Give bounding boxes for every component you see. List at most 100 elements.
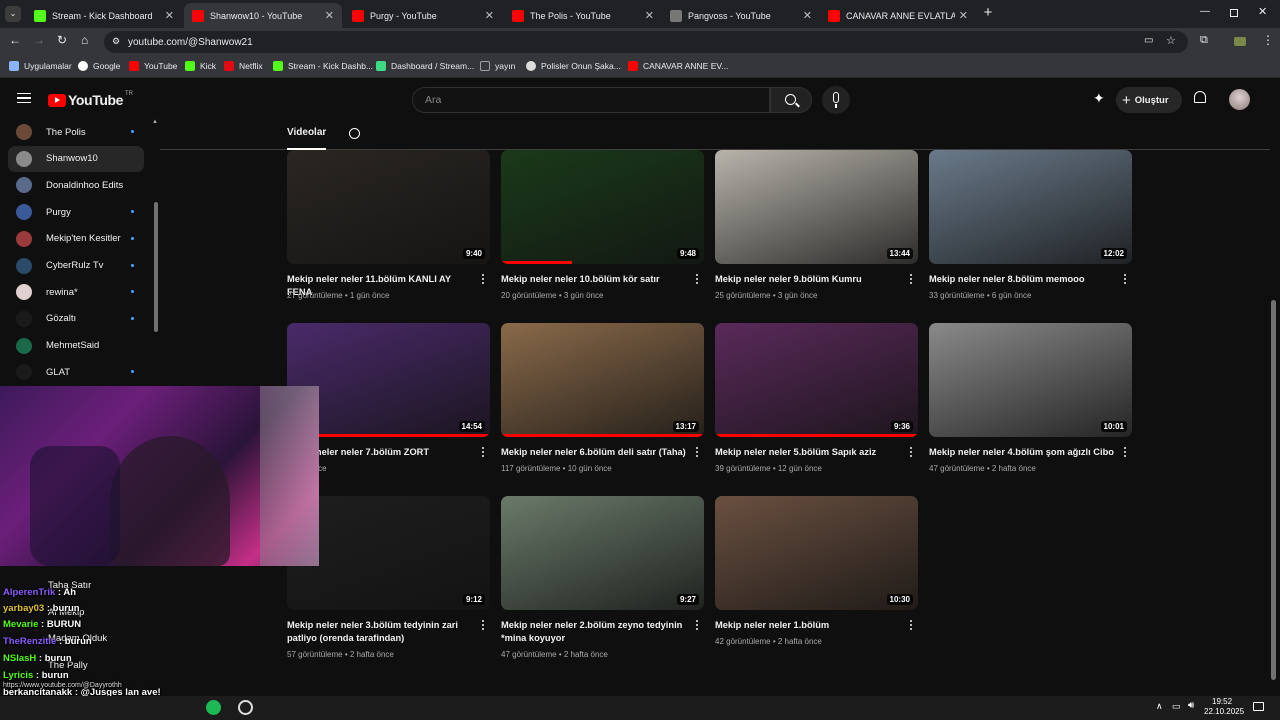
clock-time[interactable]: 19:52 xyxy=(1212,697,1232,706)
close-tab-icon[interactable]: ✕ xyxy=(165,9,174,22)
video-card[interactable]: 10:30 Mekip neler neler 1.bölüm 42 görüntü… xyxy=(715,496,919,646)
spotify-icon[interactable] xyxy=(206,700,221,715)
video-title[interactable]: Mekip neler neler 4.bölüm şom ağızlı Cib… xyxy=(929,446,1114,459)
more-actions-icon[interactable] xyxy=(481,447,485,459)
extensions-icon[interactable]: ⧉ xyxy=(1200,34,1208,47)
video-card[interactable]: 13:44 Mekip neler neler 9.bölüm Kumru 25 g… xyxy=(715,150,919,300)
channel-search-icon[interactable] xyxy=(349,128,360,139)
bookmark-canavar[interactable]: CANAVAR ANNE EV... xyxy=(628,61,728,71)
browser-tab[interactable]: Stream - Kick Dashboard ✕ xyxy=(26,3,182,28)
sidebar-channel-item[interactable]: Shanwow10 xyxy=(8,145,144,172)
bookmark-folder[interactable]: yayın xyxy=(480,61,515,71)
clock-date[interactable]: 22.10.2025 xyxy=(1204,707,1244,716)
sidebar-channel-item[interactable]: GLAT xyxy=(8,359,144,385)
video-title[interactable]: Mekip neler neler 5.bölüm Sapık aziz xyxy=(715,446,900,459)
bookmark-dashboard[interactable]: Dashboard / Stream... xyxy=(376,61,474,71)
video-thumbnail[interactable]: 10:01 xyxy=(929,323,1132,437)
video-title[interactable]: Mekip neler neler 6.bölüm deli satır (Ta… xyxy=(501,446,686,459)
close-window-icon[interactable]: ✕ xyxy=(1258,5,1267,18)
bookmark-apps[interactable]: Uygulamalar xyxy=(9,61,72,71)
hamburger-menu-icon[interactable] xyxy=(17,93,31,103)
sidebar-channel-item[interactable]: The Polis xyxy=(8,119,144,145)
sidebar-channel-item[interactable]: Gözaltı xyxy=(8,306,144,332)
menu-icon[interactable]: ⋮ xyxy=(1262,33,1274,47)
sidebar-channel-item[interactable]: Purgy xyxy=(8,199,144,225)
reload-icon[interactable]: ↻ xyxy=(57,33,67,47)
video-card[interactable]: 13:17 Mekip neler neler 6.bölüm deli satı… xyxy=(501,323,705,473)
video-thumbnail[interactable]: 9:27 xyxy=(501,496,704,610)
more-actions-icon[interactable] xyxy=(909,447,913,459)
scroll-up-arrow-icon[interactable]: ▲ xyxy=(152,119,158,125)
site-info-icon[interactable]: ⚙ xyxy=(112,36,120,47)
sidebar-scrollbar[interactable] xyxy=(154,202,158,332)
search-input[interactable]: Ara xyxy=(412,87,770,113)
bookmark-kick[interactable]: Kick xyxy=(185,61,216,71)
video-card[interactable]: 9:36 Mekip neler neler 5.bölüm Sapık aziz… xyxy=(715,323,919,473)
profile-icon[interactable] xyxy=(1234,37,1246,46)
browser-tab[interactable]: CANAVAR ANNE EVLATLARINI ✕ xyxy=(820,3,976,28)
home-icon[interactable]: ⌂ xyxy=(81,33,88,47)
more-actions-icon[interactable] xyxy=(1123,274,1127,286)
browser-tab[interactable]: Pangvoss - YouTube ✕ xyxy=(662,3,820,28)
close-tab-icon[interactable]: ✕ xyxy=(803,9,812,22)
bookmark-polisler[interactable]: Polisler Onun Şaka... xyxy=(526,61,621,71)
more-actions-icon[interactable] xyxy=(481,274,485,286)
forward-icon[interactable]: → xyxy=(33,33,45,47)
video-title[interactable]: Mekip neler neler 3.bölüm tedyinin zari … xyxy=(287,619,472,645)
video-card[interactable]: 9:48 Mekip neler neler 10.bölüm kör satır… xyxy=(501,150,705,300)
tab-videos[interactable]: Videolar xyxy=(287,127,327,150)
bookmark-star-icon[interactable]: ☆ xyxy=(1166,34,1176,47)
video-thumbnail[interactable]: 12:02 xyxy=(929,150,1132,264)
more-actions-icon[interactable] xyxy=(909,620,913,632)
video-title[interactable]: Mekip neler neler 1.bölüm xyxy=(715,619,900,632)
volume-icon[interactable]: 🔊︎ xyxy=(1188,700,1194,711)
video-thumbnail[interactable]: 13:44 xyxy=(715,150,918,264)
create-button[interactable]: + Oluştur xyxy=(1116,87,1182,113)
video-card[interactable]: 12:02 Mekip neler neler 8.bölüm memooo 33 … xyxy=(929,150,1133,300)
close-tab-icon[interactable]: ✕ xyxy=(485,9,494,22)
bookmark-kick-dashboard[interactable]: Stream - Kick Dashb... xyxy=(273,61,373,71)
video-card[interactable]: 10:01 Mekip neler neler 4.bölüm şom ağızl… xyxy=(929,323,1133,473)
more-actions-icon[interactable] xyxy=(695,274,699,286)
page-scrollbar[interactable] xyxy=(1270,120,1277,700)
search-button[interactable] xyxy=(770,87,812,113)
notifications-bell-icon[interactable] xyxy=(1194,91,1206,103)
video-card[interactable]: 9:27 Mekip neler neler 2.bölüm zeyno tedy… xyxy=(501,496,705,659)
account-avatar[interactable] xyxy=(1229,89,1250,110)
video-thumbnail[interactable]: 9:36 xyxy=(715,323,918,437)
more-actions-icon[interactable] xyxy=(1123,447,1127,459)
more-actions-icon[interactable] xyxy=(909,274,913,286)
install-icon[interactable]: ▭ xyxy=(1144,35,1153,46)
video-title[interactable]: Mekip neler neler 8.bölüm memooo xyxy=(929,273,1114,286)
video-thumbnail[interactable]: 9:40 xyxy=(287,150,490,264)
customize-icon[interactable]: ✦ xyxy=(1093,90,1105,107)
sidebar-channel-item[interactable]: rewina* xyxy=(8,279,144,305)
close-tab-icon[interactable]: ✕ xyxy=(645,9,654,22)
browser-tab[interactable]: The Polis - YouTube ✕ xyxy=(504,3,662,28)
more-actions-icon[interactable] xyxy=(695,620,699,632)
close-tab-icon[interactable]: ✕ xyxy=(959,9,968,22)
omnibox[interactable]: ⚙ youtube.com/@Shanwow21 ▭ ☆ xyxy=(104,31,1188,53)
video-title[interactable]: Mekip neler neler 9.bölüm Kumru xyxy=(715,273,900,286)
restore-icon[interactable] xyxy=(1230,9,1238,17)
voice-search-button[interactable] xyxy=(822,86,850,114)
bookmark-google[interactable]: Google xyxy=(78,61,120,71)
tab-search-button[interactable]: ⌄ xyxy=(5,6,21,22)
minimize-icon[interactable]: — xyxy=(1200,6,1210,17)
browser-tab-active[interactable]: Shanwow10 - YouTube ✕ xyxy=(184,3,342,28)
youtube-logo[interactable]: YouTube TR xyxy=(48,91,133,108)
sidebar-channel-item[interactable]: MehmetSaid xyxy=(8,333,144,359)
sidebar-channel-item[interactable]: Donaldinhoo Edits xyxy=(8,172,144,198)
new-tab-button[interactable]: + xyxy=(980,4,996,21)
video-title[interactable]: Mekip neler neler 10.bölüm kör satır xyxy=(501,273,686,286)
bookmark-netflix[interactable]: Netflix xyxy=(224,61,263,71)
more-actions-icon[interactable] xyxy=(695,447,699,459)
back-icon[interactable]: ← xyxy=(9,33,21,47)
video-thumbnail[interactable]: 13:17 xyxy=(501,323,704,437)
video-thumbnail[interactable]: 10:30 xyxy=(715,496,918,610)
app-icon[interactable] xyxy=(238,700,253,715)
close-tab-icon[interactable]: ✕ xyxy=(325,9,334,22)
video-card[interactable]: 9:40 Mekip neler neler 11.bölüm KANLI AY … xyxy=(287,150,491,300)
browser-tab[interactable]: Purgy - YouTube ✕ xyxy=(344,3,502,28)
bookmark-youtube[interactable]: YouTube xyxy=(129,61,177,71)
